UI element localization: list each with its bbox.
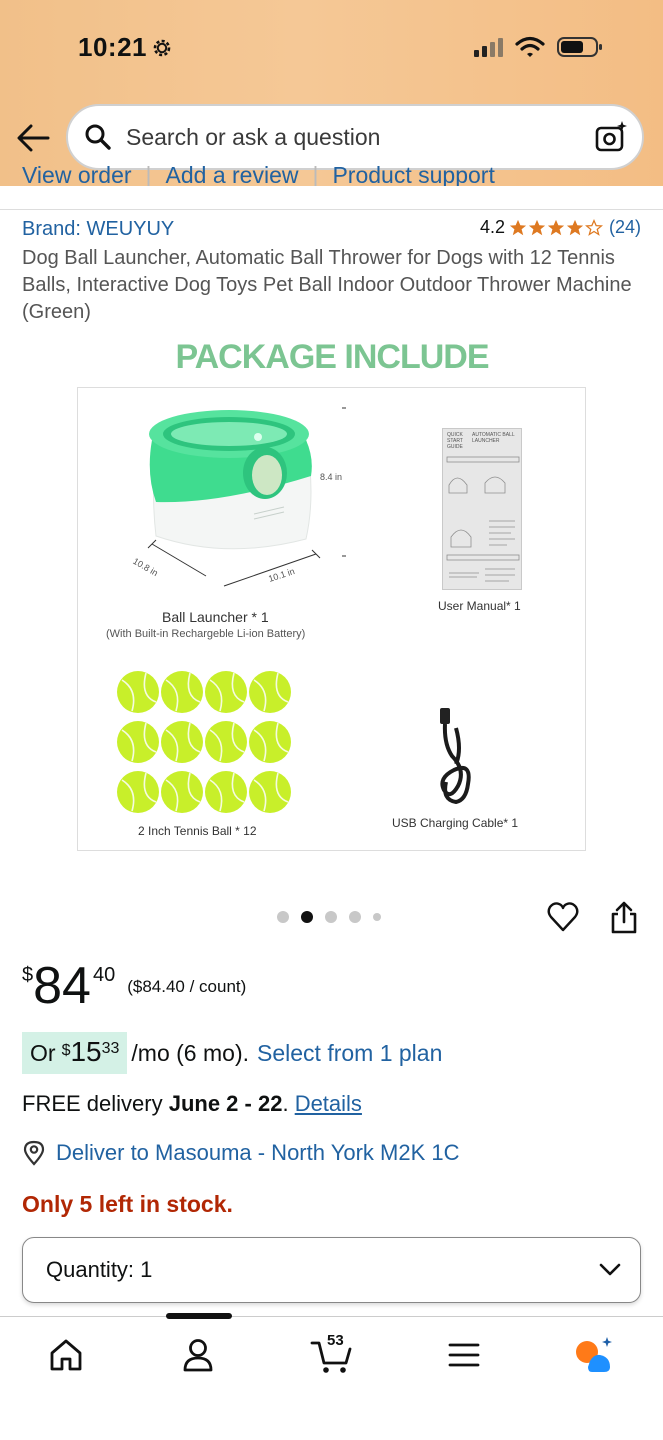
monthly-fraction: 33 — [101, 1040, 120, 1057]
status-time: 10:21 — [78, 32, 147, 62]
monthly-whole: 15 — [70, 1036, 102, 1067]
star-icon — [547, 219, 565, 235]
tennis-ball — [249, 671, 291, 713]
manual-heading-left: QUICK START GUIDE — [447, 432, 463, 450]
review-count: (24) — [608, 217, 641, 237]
product-support-link[interactable]: Product support — [332, 162, 494, 186]
carousel-dot[interactable] — [301, 911, 313, 923]
divider — [0, 209, 663, 210]
tennis-ball — [205, 721, 247, 763]
search-placeholder: Search or ask a question — [126, 123, 381, 150]
unit-price: ($84.40 / count) — [127, 977, 247, 996]
stock-status: Only 5 left in stock. — [22, 1191, 233, 1217]
cart-count-badge: 53 — [327, 1332, 344, 1349]
back-arrow-icon[interactable] — [16, 123, 50, 153]
tennis-ball — [117, 721, 159, 763]
star-empty-icon — [584, 218, 603, 236]
monthly-price-highlight: Or $ 15 33 — [22, 1032, 128, 1074]
separator: | — [312, 162, 319, 186]
search-input[interactable]: Search or ask a question — [66, 104, 644, 170]
rating-summary[interactable]: 4.2 (24) — [480, 217, 641, 238]
menu-icon[interactable] — [444, 1335, 484, 1375]
chevron-down-icon — [599, 1263, 621, 1276]
ball-launcher-illustration — [147, 407, 346, 587]
tennis-ball — [161, 671, 203, 713]
delivery-details-link[interactable]: Details — [295, 1091, 362, 1116]
home-icon[interactable] — [46, 1335, 86, 1375]
quantity-select[interactable]: Quantity: 1 — [22, 1237, 641, 1303]
select-plan-link[interactable]: Select from 1 plan — [257, 1032, 442, 1067]
product-image[interactable]: PACKAGE INCLUDE 8.4 in 10.8 in 10.1 in B… — [77, 330, 587, 852]
monthly-symbol: $ — [61, 1042, 71, 1059]
gear-icon — [153, 39, 171, 57]
monthly-suffix: /mo (6 mo). — [131, 1040, 249, 1066]
user-manual-illustration: QUICK START GUIDE AUTOMATIC BALL LAUNCHE… — [442, 428, 522, 590]
share-icon[interactable] — [608, 900, 640, 934]
tennis-ball — [117, 671, 159, 713]
star-icon — [509, 219, 527, 235]
deliver-to-text: Deliver to Masouma - North York M2K 1C — [56, 1140, 460, 1165]
camera-search-icon[interactable] — [594, 120, 628, 154]
tennis-ball — [161, 721, 203, 763]
star-icon — [528, 219, 546, 235]
star-icon — [566, 219, 584, 235]
tennis-ball — [249, 771, 291, 813]
status-icons — [474, 36, 603, 58]
price-fraction: 40 — [92, 964, 116, 986]
add-review-link[interactable]: Add a review — [166, 162, 299, 186]
delivery-prefix: FREE delivery — [22, 1091, 163, 1116]
balls-caption: 2 Inch Tennis Ball * 12 — [138, 824, 257, 838]
carousel-dot[interactable] — [373, 913, 381, 921]
image-frame: 8.4 in 10.8 in 10.1 in Ball Launcher * 1… — [77, 387, 586, 851]
rating-value: 4.2 — [479, 217, 505, 237]
account-icon[interactable] — [178, 1335, 218, 1375]
carousel-dot[interactable] — [277, 911, 289, 923]
monthly-payment: Or $ 15 33 /mo (6 mo). Select from 1 pla… — [22, 1032, 442, 1074]
manual-caption: User Manual* 1 — [438, 599, 521, 613]
deliver-to-link[interactable]: Deliver to Masouma - North York M2K 1C — [22, 1140, 460, 1166]
tennis-ball — [117, 771, 159, 813]
manual-body — [446, 456, 520, 582]
delivery-info: FREE delivery June 2 - 22. Details — [22, 1091, 362, 1117]
delivery-dates: June 2 - 22 — [168, 1091, 283, 1116]
tennis-ball — [205, 771, 247, 813]
brand-link[interactable]: Brand: WEUYUY — [22, 218, 174, 241]
battery-icon — [557, 37, 602, 57]
tennis-ball — [205, 671, 247, 713]
header: 10:21 Search or ask a question View orde… — [0, 0, 663, 186]
launcher-subcaption: (With Built-in Rechargeble Li-ion Batter… — [106, 628, 306, 640]
delivery-period: . — [282, 1091, 289, 1116]
cable-caption: USB Charging Cable* 1 — [392, 816, 519, 830]
manual-heading-right: AUTOMATIC BALL LAUNCHER — [472, 432, 515, 444]
tennis-ball — [161, 771, 203, 813]
price-symbol: $ — [22, 964, 34, 986]
rufus-assistant-icon[interactable] — [574, 1335, 614, 1375]
heart-icon[interactable] — [546, 900, 580, 934]
quantity-label: Quantity: 1 — [46, 1257, 153, 1282]
location-pin-icon — [23, 1140, 45, 1166]
active-tab-indicator — [166, 1313, 232, 1319]
separator: | — [145, 162, 152, 186]
order-links: View order | Add a review | Product supp… — [22, 162, 495, 186]
monthly-prefix: Or — [30, 1040, 56, 1066]
carousel-dot[interactable] — [349, 911, 361, 923]
signal-icon — [474, 37, 503, 57]
wifi-icon — [515, 36, 545, 57]
view-order-link[interactable]: View order — [22, 162, 132, 186]
star-rating — [509, 218, 603, 237]
dim-height: 8.4 in — [320, 472, 343, 482]
product-title: Dog Ball Launcher, Automatic Ball Throwe… — [22, 247, 632, 323]
tennis-balls-illustration — [117, 671, 291, 813]
price: $ 84 40 ($84.40 / count) — [22, 958, 246, 1014]
search-icon — [85, 124, 111, 150]
price-whole: 84 — [33, 957, 91, 1015]
carousel-dot[interactable] — [325, 911, 337, 923]
launcher-caption: Ball Launcher * 1 — [162, 609, 269, 625]
image-heading: PACKAGE INCLUDE — [175, 338, 489, 376]
tennis-ball — [249, 721, 291, 763]
carousel-dots[interactable] — [277, 911, 381, 923]
usb-cable-illustration — [440, 708, 471, 805]
